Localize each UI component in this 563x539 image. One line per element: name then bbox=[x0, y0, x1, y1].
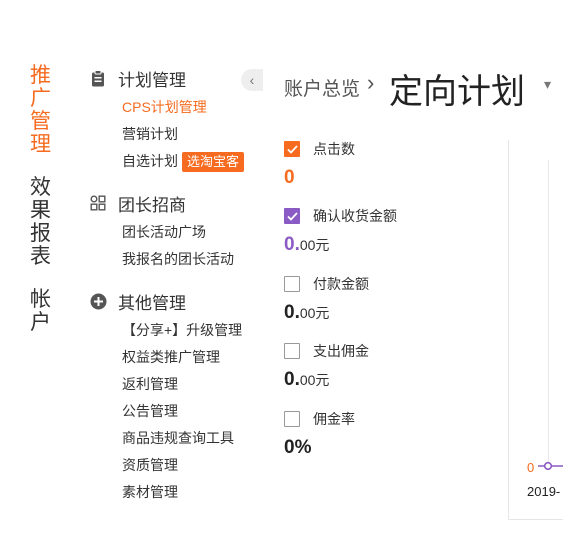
chevron-down-icon[interactable]: ▾ bbox=[544, 76, 551, 93]
vnav-item-account[interactable]: 帐户 bbox=[30, 288, 54, 334]
metric-checkbox[interactable] bbox=[284, 411, 300, 427]
metric-value: 0.00元 bbox=[284, 302, 330, 323]
grid-icon bbox=[88, 193, 108, 213]
sidebar-item-qualification-management[interactable]: 资质管理 bbox=[122, 452, 263, 479]
sidebar-collapse-button[interactable]: ‹ bbox=[241, 69, 263, 91]
sidebar-group-plan-management[interactable]: 计划管理 bbox=[88, 62, 263, 94]
metric-commission-rate: 佣金率 0% bbox=[284, 409, 355, 459]
metric-label: 点击数 bbox=[313, 141, 355, 157]
sidebar-group-title: 团长招商 bbox=[118, 195, 186, 215]
sidebar-item-share-plus-upgrade[interactable]: 【分享+】升级管理 bbox=[122, 317, 263, 344]
sidebar-item-leader-activity-square[interactable]: 团长活动广场 bbox=[122, 219, 263, 246]
sidebar-item-my-leader-activities[interactable]: 我报名的团长活动 bbox=[122, 246, 263, 273]
sidebar-item-rights-promotion[interactable]: 权益类推广管理 bbox=[122, 344, 263, 371]
sidebar-item-violation-query-tool[interactable]: 商品违规查询工具 bbox=[122, 425, 263, 452]
sidebar-group-leader-recruit[interactable]: 团长招商 bbox=[88, 187, 263, 219]
sidebar-group-other-management[interactable]: 其他管理 bbox=[88, 285, 263, 317]
breadcrumb-separator-icon: › bbox=[367, 70, 375, 95]
plus-circle-icon bbox=[88, 291, 108, 311]
metric-checkbox[interactable] bbox=[284, 276, 300, 292]
sidebar-item-material-management[interactable]: 素材管理 bbox=[122, 479, 263, 506]
sidebar-item-announcement-management[interactable]: 公告管理 bbox=[122, 398, 263, 425]
chart-y-tick-label: 0 bbox=[527, 460, 535, 475]
metric-checkbox[interactable] bbox=[284, 208, 300, 224]
metric-value: 0.00元 bbox=[284, 234, 330, 255]
sidebar-item-label: 自选计划 bbox=[122, 153, 178, 169]
metric-confirmed-receipt-amount: 确认收货金额 0.00元 bbox=[284, 206, 397, 256]
metric-checkbox[interactable] bbox=[284, 343, 300, 359]
metric-label: 佣金率 bbox=[313, 411, 355, 427]
chart-x-tick-label: 2019- bbox=[527, 484, 561, 499]
chart-data-point bbox=[543, 461, 553, 471]
vnav-item-promotion[interactable]: 推广管理 bbox=[30, 64, 54, 156]
chart-gridline bbox=[548, 160, 549, 470]
metric-payment-amount: 付款金额 0.00元 bbox=[284, 274, 369, 324]
page-title[interactable]: 定向计划 bbox=[389, 64, 525, 113]
select-taobaoke-badge[interactable]: 选淘宝客 bbox=[182, 152, 245, 173]
metric-value: 0.00元 bbox=[284, 369, 330, 390]
metric-value: 0% bbox=[284, 437, 312, 458]
metric-label: 确认收货金额 bbox=[313, 208, 397, 224]
sidebar-group-title: 计划管理 bbox=[118, 70, 186, 90]
sidebar-group-title: 其他管理 bbox=[118, 293, 186, 313]
sidebar-item-marketing-plan[interactable]: 营销计划 bbox=[122, 121, 263, 148]
vnav-item-reports[interactable]: 效果报表 bbox=[30, 176, 54, 268]
metric-value: 0 bbox=[284, 167, 295, 188]
metric-commission-paid: 支出佣金 0.00元 bbox=[284, 341, 369, 391]
chart-plot bbox=[538, 461, 563, 471]
metric-checkbox[interactable] bbox=[284, 141, 300, 157]
clipboard-icon bbox=[88, 68, 108, 88]
metric-label: 支出佣金 bbox=[313, 343, 369, 359]
sidebar-item-rebate-management[interactable]: 返利管理 bbox=[122, 371, 263, 398]
sidebar-item-self-select-plan[interactable]: 自选计划 选淘宝客 bbox=[122, 148, 263, 175]
primary-vertical-nav: 推广管理 效果报表 帐户 bbox=[30, 64, 60, 334]
metric-label: 付款金额 bbox=[313, 276, 369, 292]
metric-clicks: 点击数 0 bbox=[284, 139, 355, 189]
sidebar: 计划管理 CPS计划管理 营销计划 自选计划 选淘宝客 团长招商 团长活动广场 我… bbox=[88, 62, 263, 506]
sidebar-item-cps-plan[interactable]: CPS计划管理 bbox=[122, 94, 263, 121]
breadcrumb-account-overview[interactable]: 账户总览 bbox=[284, 74, 360, 101]
